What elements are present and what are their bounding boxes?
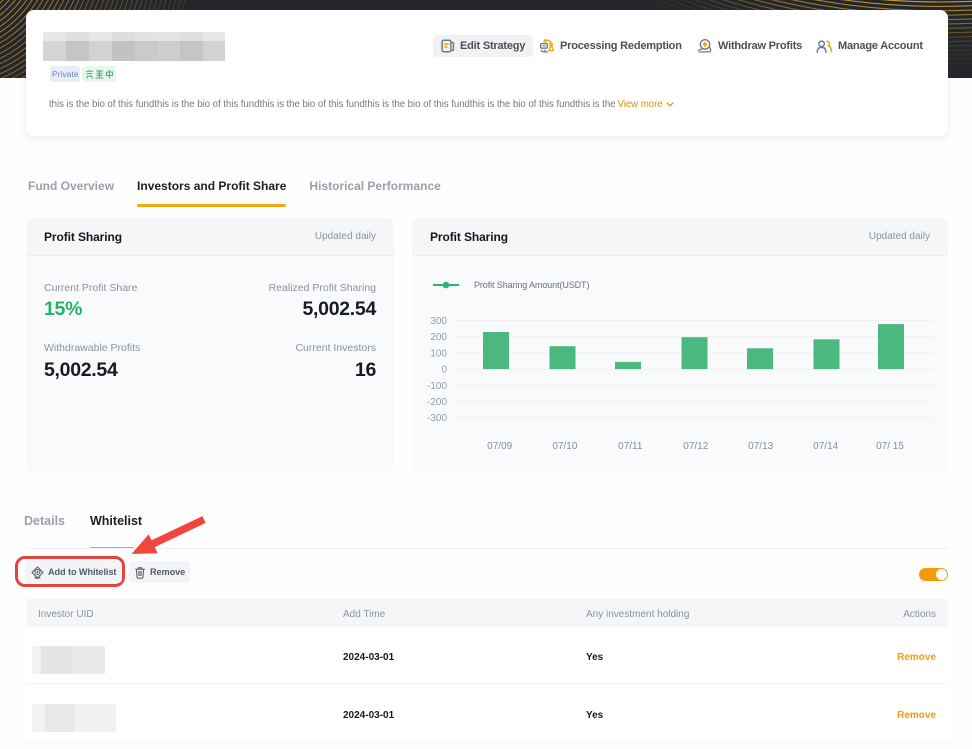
svg-text:-100: -100 [427, 381, 447, 392]
svg-text:100: 100 [430, 348, 447, 359]
svg-text:07/09: 07/09 [487, 441, 512, 452]
svg-text:200: 200 [430, 332, 447, 343]
svg-text:07/10: 07/10 [552, 441, 577, 452]
svg-text:07/12: 07/12 [683, 441, 708, 452]
svg-text:-300: -300 [427, 413, 447, 424]
svg-text:-200: -200 [427, 397, 447, 408]
svg-text:07/13: 07/13 [748, 441, 773, 452]
svg-text:07/14: 07/14 [813, 441, 838, 452]
svg-text:0: 0 [441, 365, 447, 376]
svg-text:07/11: 07/11 [618, 441, 643, 452]
svg-text:07/ 15: 07/ 15 [876, 441, 904, 452]
svg-text:300: 300 [430, 316, 447, 327]
